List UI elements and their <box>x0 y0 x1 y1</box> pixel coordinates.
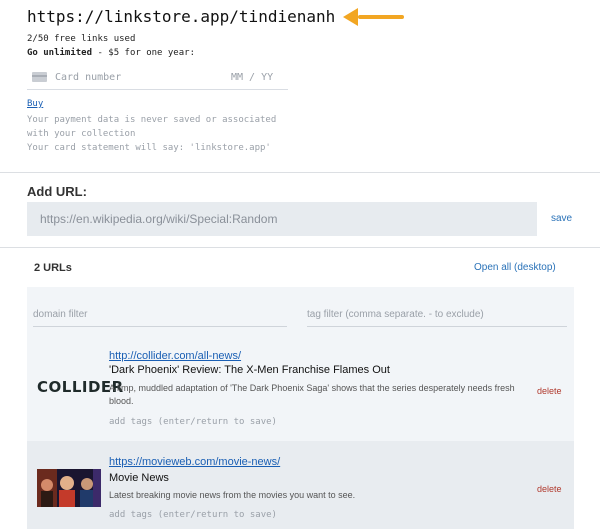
divider <box>0 247 600 248</box>
credit-card-icon <box>32 72 47 82</box>
card-input[interactable]: Card number MM / YY <box>27 65 288 90</box>
add-url-label: Add URL: <box>27 184 87 199</box>
offer-price: - $5 for one year: <box>92 48 195 58</box>
list-item: COLLIDER http://collider.com/all-news/ '… <box>27 342 574 441</box>
domain-filter-input[interactable]: domain filter <box>33 302 287 327</box>
url-input[interactable]: https://en.wikipedia.org/wiki/Special:Ra… <box>27 202 537 236</box>
list-item: https://movieweb.com/movie-news/ Movie N… <box>27 441 574 529</box>
item-description: Latest breaking movie news from the movi… <box>109 490 356 500</box>
url-count: 2 URLs <box>34 262 72 274</box>
item-url-link[interactable]: http://collider.com/all-news/ <box>109 350 241 362</box>
card-statement-note: Your card statement will say: 'linkstore… <box>27 143 271 153</box>
divider <box>0 172 600 173</box>
buy-button[interactable]: Buy <box>27 99 43 109</box>
offer-bold: Go unlimited <box>27 48 93 58</box>
usage-counter: 2/50 free links used <box>27 34 136 44</box>
add-tags-input[interactable]: add tags (enter/return to save) <box>109 510 277 520</box>
item-url-link[interactable]: https://movieweb.com/movie-news/ <box>109 456 280 468</box>
item-title: 'Dark Phoenix' Review: The X-Men Franchi… <box>109 364 390 376</box>
page-url: https://linkstore.app/tindienanh <box>27 7 336 26</box>
tag-filter-input[interactable]: tag filter (comma separate. - to exclude… <box>307 302 567 327</box>
arrow-left-icon <box>343 8 404 26</box>
item-title: Movie News <box>109 472 169 484</box>
upgrade-offer: Go unlimited - $5 for one year: <box>27 48 195 58</box>
card-expiry-field[interactable]: MM / YY <box>231 72 273 83</box>
delete-button[interactable]: delete <box>537 386 562 396</box>
payment-privacy-note: Your payment data is never saved or asso… <box>27 115 277 139</box>
item-description: A limp, muddled adaptation of 'The Dark … <box>109 383 515 406</box>
open-all-button[interactable]: Open all (desktop) <box>474 262 556 273</box>
movie-poster-thumbnail-icon <box>37 469 101 507</box>
card-number-field[interactable]: Card number <box>55 72 121 83</box>
save-button[interactable]: save <box>551 213 572 224</box>
delete-button[interactable]: delete <box>537 484 562 494</box>
add-tags-input[interactable]: add tags (enter/return to save) <box>109 417 277 427</box>
